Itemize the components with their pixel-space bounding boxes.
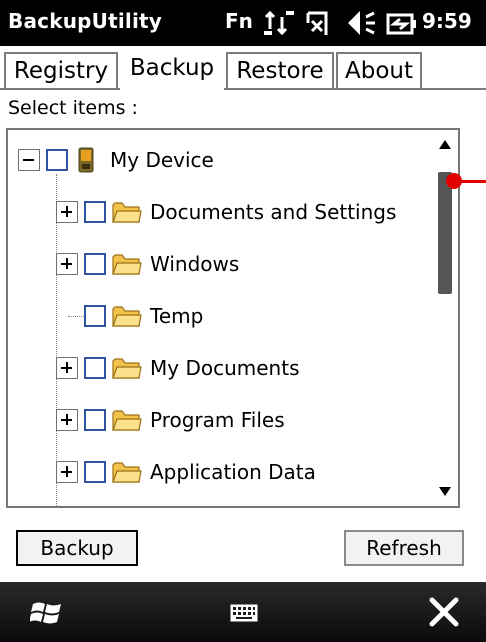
scroll-thumb[interactable] bbox=[438, 172, 452, 294]
folder-icon bbox=[112, 358, 142, 379]
checkbox[interactable] bbox=[84, 357, 106, 379]
keyboard-icon[interactable] bbox=[230, 604, 258, 622]
expand-toggle[interactable] bbox=[56, 461, 78, 483]
clock[interactable]: 9:59 bbox=[422, 9, 472, 33]
checkbox[interactable] bbox=[84, 409, 106, 431]
tab-backup[interactable]: Backup bbox=[120, 46, 224, 90]
refresh-button[interactable]: Refresh bbox=[344, 530, 464, 566]
tree-node-label: Windows bbox=[150, 252, 240, 276]
tab-divider bbox=[0, 88, 120, 90]
scroll-up-arrow-icon[interactable] bbox=[439, 140, 451, 149]
fn-key-indicator[interactable]: Fn bbox=[225, 9, 253, 33]
tree-node-documents-and-settings[interactable]: Documents and Settings bbox=[56, 192, 396, 232]
tree-node-application-data[interactable]: Application Data bbox=[56, 452, 316, 492]
checkbox[interactable] bbox=[84, 253, 106, 275]
tree-node-label: Application Data bbox=[150, 460, 316, 484]
volume-icon[interactable] bbox=[344, 7, 378, 39]
select-items-label: Select items : bbox=[8, 97, 138, 119]
folder-icon bbox=[112, 462, 142, 483]
tree-node-label: Program Files bbox=[150, 408, 285, 432]
folder-icon bbox=[112, 254, 142, 275]
folder-icon bbox=[112, 306, 142, 327]
expand-toggle[interactable] bbox=[56, 201, 78, 223]
tab-divider bbox=[224, 88, 486, 90]
tab-bar: Registry Backup Restore About bbox=[0, 46, 486, 90]
file-tree[interactable]: My Device Documents and Settings Windows… bbox=[6, 128, 460, 508]
device-icon bbox=[78, 147, 94, 173]
tree-node-label: Temp bbox=[150, 304, 204, 328]
collapse-toggle[interactable] bbox=[18, 149, 40, 171]
tree-node-label: My Device bbox=[110, 148, 214, 172]
close-icon[interactable] bbox=[428, 596, 460, 628]
tab-restore[interactable]: Restore bbox=[226, 52, 334, 88]
expand-toggle[interactable] bbox=[56, 357, 78, 379]
tab-about[interactable]: About bbox=[336, 52, 422, 88]
folder-icon bbox=[112, 202, 142, 223]
expand-toggle[interactable] bbox=[56, 409, 78, 431]
expand-toggle[interactable] bbox=[56, 253, 78, 275]
folder-icon bbox=[112, 410, 142, 431]
tree-node-my-device[interactable]: My Device bbox=[18, 140, 214, 180]
tree-node-my-documents[interactable]: My Documents bbox=[56, 348, 299, 388]
tree-node-windows[interactable]: Windows bbox=[56, 244, 239, 284]
checkbox[interactable] bbox=[84, 461, 106, 483]
signal-icon[interactable] bbox=[304, 7, 338, 39]
tree-node-program-files[interactable]: Program Files bbox=[56, 400, 285, 440]
checkbox[interactable] bbox=[84, 201, 106, 223]
app-title: BackupUtility bbox=[8, 9, 163, 33]
checkbox[interactable] bbox=[84, 305, 106, 327]
annotation-line bbox=[456, 180, 486, 183]
scroll-down-arrow-icon[interactable] bbox=[439, 487, 451, 496]
tab-registry[interactable]: Registry bbox=[4, 52, 118, 88]
battery-icon[interactable] bbox=[384, 7, 418, 39]
tree-node-temp[interactable]: Temp bbox=[84, 296, 203, 336]
tree-node-label: My Documents bbox=[150, 356, 300, 380]
title-bar: BackupUtility Fn 9:59 bbox=[0, 0, 486, 46]
bottom-bar bbox=[0, 582, 486, 642]
connectivity-icon[interactable] bbox=[262, 7, 296, 39]
windows-start-icon[interactable] bbox=[30, 598, 64, 628]
backup-button[interactable]: Backup bbox=[16, 530, 138, 566]
tree-node-label: Documents and Settings bbox=[150, 200, 397, 224]
checkbox[interactable] bbox=[46, 149, 68, 171]
